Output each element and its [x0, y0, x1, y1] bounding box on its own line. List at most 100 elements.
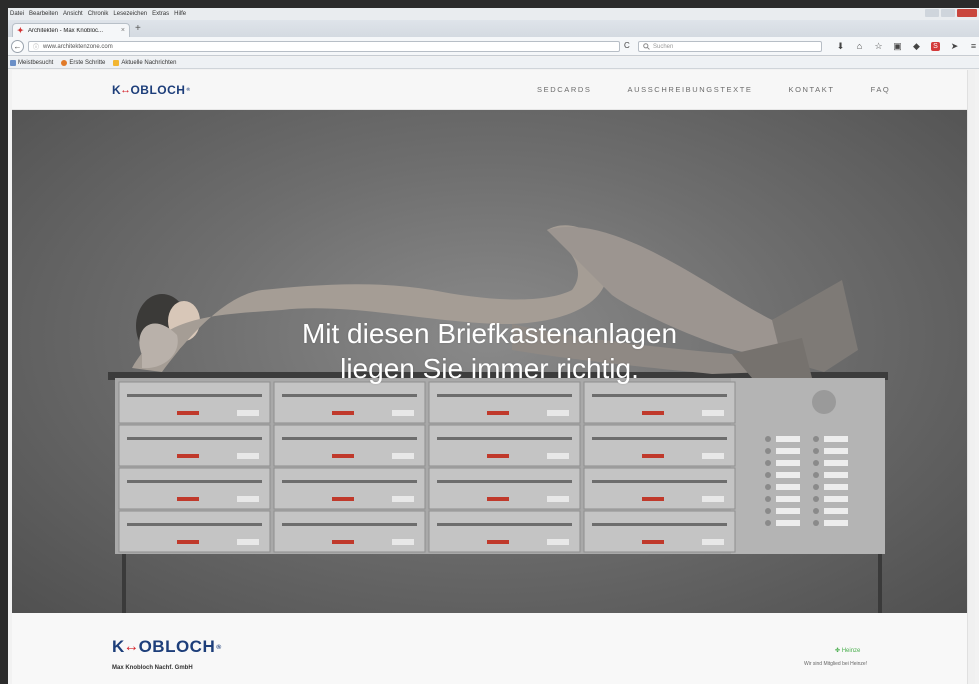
intercom-nameplate [776, 520, 800, 526]
close-window-button[interactable] [957, 9, 977, 17]
url-text[interactable]: www.architektenzone.com [43, 44, 113, 50]
mailbox-name-tag [487, 411, 509, 415]
menu-item-extras[interactable]: Extras [152, 11, 169, 17]
speaker-grill [812, 390, 836, 414]
intercom-bell [813, 484, 819, 490]
footer-knobloch-logo[interactable]: K ↔ OBLOCH ® [112, 637, 222, 657]
mailbox-door [583, 510, 736, 553]
mailbox-slot [592, 480, 727, 483]
firefox-icon [61, 59, 68, 66]
mailbox-door [118, 424, 271, 467]
mailbox-door [273, 510, 426, 553]
shield-icon[interactable]: ◆ [912, 40, 921, 52]
intercom-bell [813, 496, 819, 502]
intercom-bell [813, 436, 819, 442]
intercom-bell [765, 496, 771, 502]
intercom-bell [765, 508, 771, 514]
web-page: K ↔ OBLOCH ® SEDCARDS AUSSCHREIBUNGSTEXTE K… [12, 70, 975, 684]
mailbox-slot [437, 480, 572, 483]
search-input[interactable]: Suchen [638, 41, 822, 52]
bookmark-label: Erste Schritte [69, 59, 106, 66]
mailbox-door [583, 424, 736, 467]
intercom-bell [813, 508, 819, 514]
mailbox-name-tag [642, 411, 664, 415]
search-placeholder: Suchen [653, 43, 674, 50]
intercom-nameplate [776, 472, 800, 478]
menu-item-hilfe[interactable]: Hilfe [174, 11, 186, 17]
nav-link-faq[interactable]: FAQ [871, 85, 891, 94]
mailbox-door [273, 467, 426, 510]
hero-headline-line: Mit diesen Briefkastenanlagen [301, 318, 678, 349]
knobloch-logo[interactable]: K ↔ OBLOCH ® [112, 83, 191, 97]
minimize-button[interactable] [925, 9, 939, 17]
logo-text: OBLOCH [138, 637, 216, 656]
mailbox-door [273, 381, 426, 424]
mailbox-door [583, 467, 736, 510]
s-addon-icon[interactable]: S [931, 41, 940, 51]
menu-item-datei[interactable]: Datei [10, 11, 24, 17]
browser-tab[interactable]: ✦ Architekten - Max Knobloc... × [12, 23, 130, 37]
hero-headline-line: liegen Sie immer richtig. [340, 353, 639, 384]
mailbox-slot [282, 480, 417, 483]
intercom-bell [765, 484, 771, 490]
nav-link-kontakt[interactable]: KONTAKT [788, 85, 834, 94]
mailbox-door [428, 424, 581, 467]
mailbox-door [118, 381, 271, 424]
menu-item-lesezeichen[interactable]: Lesezeichen [113, 11, 147, 17]
mailbox-leg [878, 554, 882, 613]
back-button[interactable]: ← [11, 40, 24, 53]
heinze-mark-icon: ✤ [835, 648, 842, 654]
maximize-button[interactable] [941, 9, 955, 17]
bookmark-label: Meistbesucht [18, 59, 54, 66]
mailbox-door [428, 510, 581, 553]
site-info-icon[interactable]: ⓘ [33, 42, 39, 51]
search-icon [643, 43, 650, 50]
mailbox-label [547, 539, 569, 545]
mailbox-name-tag [487, 454, 509, 458]
mailbox-door [583, 381, 736, 424]
heinze-member-text: Wir sind Mitglied bei Heinze! [804, 661, 868, 667]
page-scrollbar[interactable] [967, 70, 975, 684]
mailbox-name-tag [177, 411, 199, 415]
mailbox-door [118, 510, 271, 553]
mailbox-name-tag [332, 454, 354, 458]
menu-item-ansicht[interactable]: Ansicht [63, 11, 83, 17]
intercom-bell [813, 472, 819, 478]
reload-button[interactable]: C [624, 41, 630, 50]
menu-item-chronik[interactable]: Chronik [88, 11, 109, 17]
home-icon[interactable]: ⌂ [855, 40, 864, 52]
nav-link-ausschreibungstexte[interactable]: AUSSCHREIBUNGSTEXTE [627, 85, 752, 94]
window-controls [925, 9, 977, 17]
bookmark-star-icon[interactable]: ☆ [874, 40, 883, 52]
mailbox-label [392, 539, 414, 545]
hero-headline: Mit diesen Briefkastenanlagen liegen Sie… [12, 316, 967, 386]
tab-close-icon[interactable]: × [121, 27, 125, 34]
toolbar-icons: ⬇ ⌂ ☆ ▣ ◆ S ➤ ≡ [836, 40, 978, 52]
heinze-logo[interactable]: ✤ Heinze [835, 647, 860, 654]
intercom-bell [765, 448, 771, 454]
mailbox-slot [592, 394, 727, 397]
new-tab-button[interactable]: + [135, 24, 141, 34]
mailbox-name-tag [332, 411, 354, 415]
bookmark-label: Aktuelle Nachrichten [121, 59, 177, 66]
mailbox-label [392, 496, 414, 502]
send-icon[interactable]: ➤ [950, 40, 959, 52]
bookmark-meistbesucht[interactable]: Meistbesucht [10, 59, 54, 66]
download-icon[interactable]: ⬇ [836, 40, 845, 52]
tab-strip: ✦ Architekten - Max Knobloc... × + [8, 20, 979, 37]
mailbox-door [118, 467, 271, 510]
mailbox-slot [592, 523, 727, 526]
bookmarks-bar: Meistbesucht Erste Schritte Aktuelle Nac… [8, 57, 979, 69]
mailbox-leg [122, 554, 126, 613]
mailbox-slot [127, 523, 262, 526]
url-bar[interactable]: ⓘ www.architektenzone.com [28, 41, 620, 52]
intercom-nameplate [824, 520, 848, 526]
nav-link-sedcards[interactable]: SEDCARDS [537, 85, 591, 94]
intercom-nameplate [824, 496, 848, 502]
bookmark-erste-schritte[interactable]: Erste Schritte [61, 59, 106, 66]
mailbox-name-tag [487, 540, 509, 544]
bookmark-aktuelle-nachrichten[interactable]: Aktuelle Nachrichten [113, 59, 177, 66]
menu-icon[interactable]: ≡ [969, 40, 978, 52]
menu-item-bearbeiten[interactable]: Bearbeiten [29, 11, 58, 17]
pocket-icon[interactable]: ▣ [893, 40, 902, 52]
